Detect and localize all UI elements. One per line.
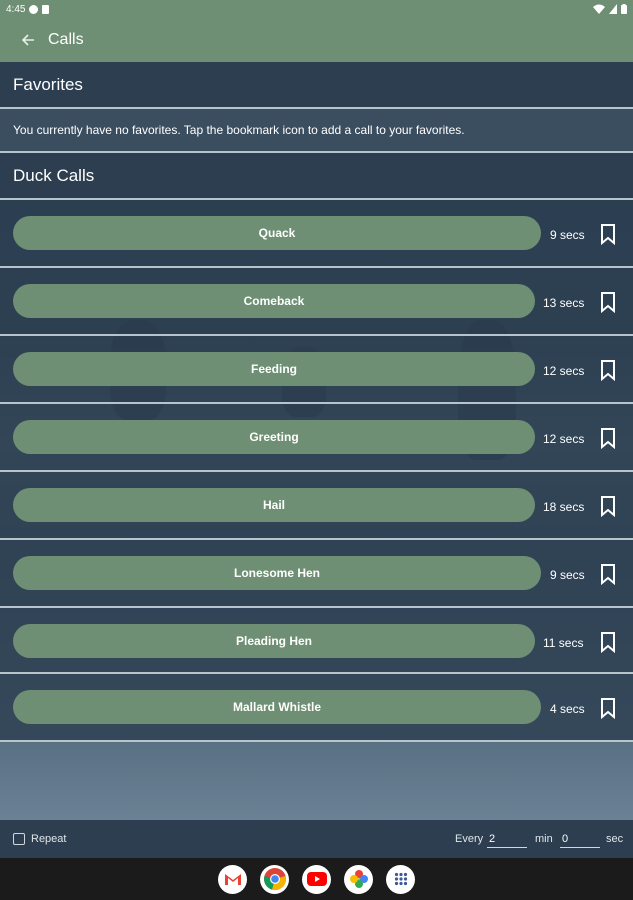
call-row: Comeback 13 secs [0, 268, 633, 334]
call-play-button[interactable]: Pleading Hen [13, 624, 535, 658]
bookmark-icon[interactable] [597, 427, 619, 449]
bookmark-icon[interactable] [597, 291, 619, 313]
repeat-label: Repeat [31, 833, 67, 845]
app-dock [0, 858, 633, 900]
bookmark-icon[interactable] [597, 223, 619, 245]
call-row: Greeting 12 secs [0, 404, 633, 470]
back-arrow-icon[interactable] [16, 28, 40, 52]
call-row: Mallard Whistle 4 secs [0, 674, 633, 740]
call-play-button[interactable]: Mallard Whistle [13, 690, 541, 724]
youtube-icon[interactable] [302, 864, 331, 894]
favorites-title: Favorites [13, 74, 83, 94]
call-play-button[interactable]: Lonesome Hen [13, 556, 541, 590]
bookmark-icon[interactable] [597, 631, 619, 653]
bookmark-icon[interactable] [597, 697, 619, 719]
call-play-button[interactable]: Greeting [13, 420, 535, 454]
duck-calls-header: Duck Calls [0, 153, 633, 198]
signal-icon [609, 4, 617, 14]
call-play-button[interactable]: Feeding [13, 352, 535, 386]
call-label: Quack [258, 226, 296, 240]
min-label: min [535, 833, 553, 845]
call-label: Lonesome Hen [233, 566, 320, 580]
call-label: Hail [262, 498, 285, 512]
call-label: Pleading Hen [235, 634, 312, 648]
battery-icon [621, 4, 627, 14]
repeat-checkbox[interactable] [13, 833, 25, 845]
call-row: Quack 9 secs [0, 200, 633, 266]
call-row: Pleading Hen 11 secs [0, 608, 633, 674]
wifi-icon [593, 4, 605, 14]
call-length: 18 secs [543, 500, 585, 514]
chrome-icon[interactable] [260, 864, 289, 894]
gmail-icon[interactable] [218, 864, 247, 894]
call-play-button[interactable]: Quack [13, 216, 541, 250]
call-row: Lonesome Hen 9 secs [0, 540, 633, 606]
status-time: 4:45 [6, 3, 26, 15]
call-label: Mallard Whistle [232, 700, 321, 714]
repeat-seconds-input[interactable] [560, 830, 600, 848]
call-length: 13 secs [543, 296, 585, 310]
favorites-header: Favorites [0, 62, 633, 107]
call-label: Comeback [243, 294, 305, 308]
notification-icon [29, 4, 39, 14]
every-label: Every [455, 833, 484, 845]
call-length: 9 secs [550, 228, 585, 242]
app-drawer-icon[interactable] [386, 864, 415, 894]
app-title: Calls [48, 31, 84, 48]
divider [0, 740, 633, 742]
notification-icon [42, 4, 50, 14]
bookmark-icon[interactable] [597, 495, 619, 517]
call-play-button[interactable]: Comeback [13, 284, 535, 318]
call-label: Greeting [249, 430, 299, 444]
call-row: Feeding 12 secs [0, 336, 633, 402]
app-bar: Calls [0, 18, 633, 62]
call-length: 11 secs [543, 636, 584, 650]
bookmark-icon[interactable] [597, 359, 619, 381]
duck-calls-title: Duck Calls [13, 165, 95, 185]
photos-icon[interactable] [344, 864, 373, 894]
call-row: Hail 18 secs [0, 472, 633, 538]
sec-label: sec [606, 833, 624, 845]
repeat-bar: Repeat Every min sec [0, 820, 633, 858]
status-bar: 4:45 [0, 0, 633, 18]
call-length: 9 secs [550, 568, 585, 582]
favorites-empty-message: You currently have no favorites. Tap the… [0, 109, 633, 151]
call-length: 12 secs [543, 432, 585, 446]
call-length: 12 secs [543, 364, 585, 378]
call-length: 4 secs [550, 702, 585, 716]
favorites-empty-text: You currently have no favorites. Tap the… [13, 123, 465, 137]
call-play-button[interactable]: Hail [13, 488, 535, 522]
repeat-minutes-input[interactable] [487, 830, 527, 848]
bookmark-icon[interactable] [597, 563, 619, 585]
call-label: Feeding [250, 362, 297, 376]
